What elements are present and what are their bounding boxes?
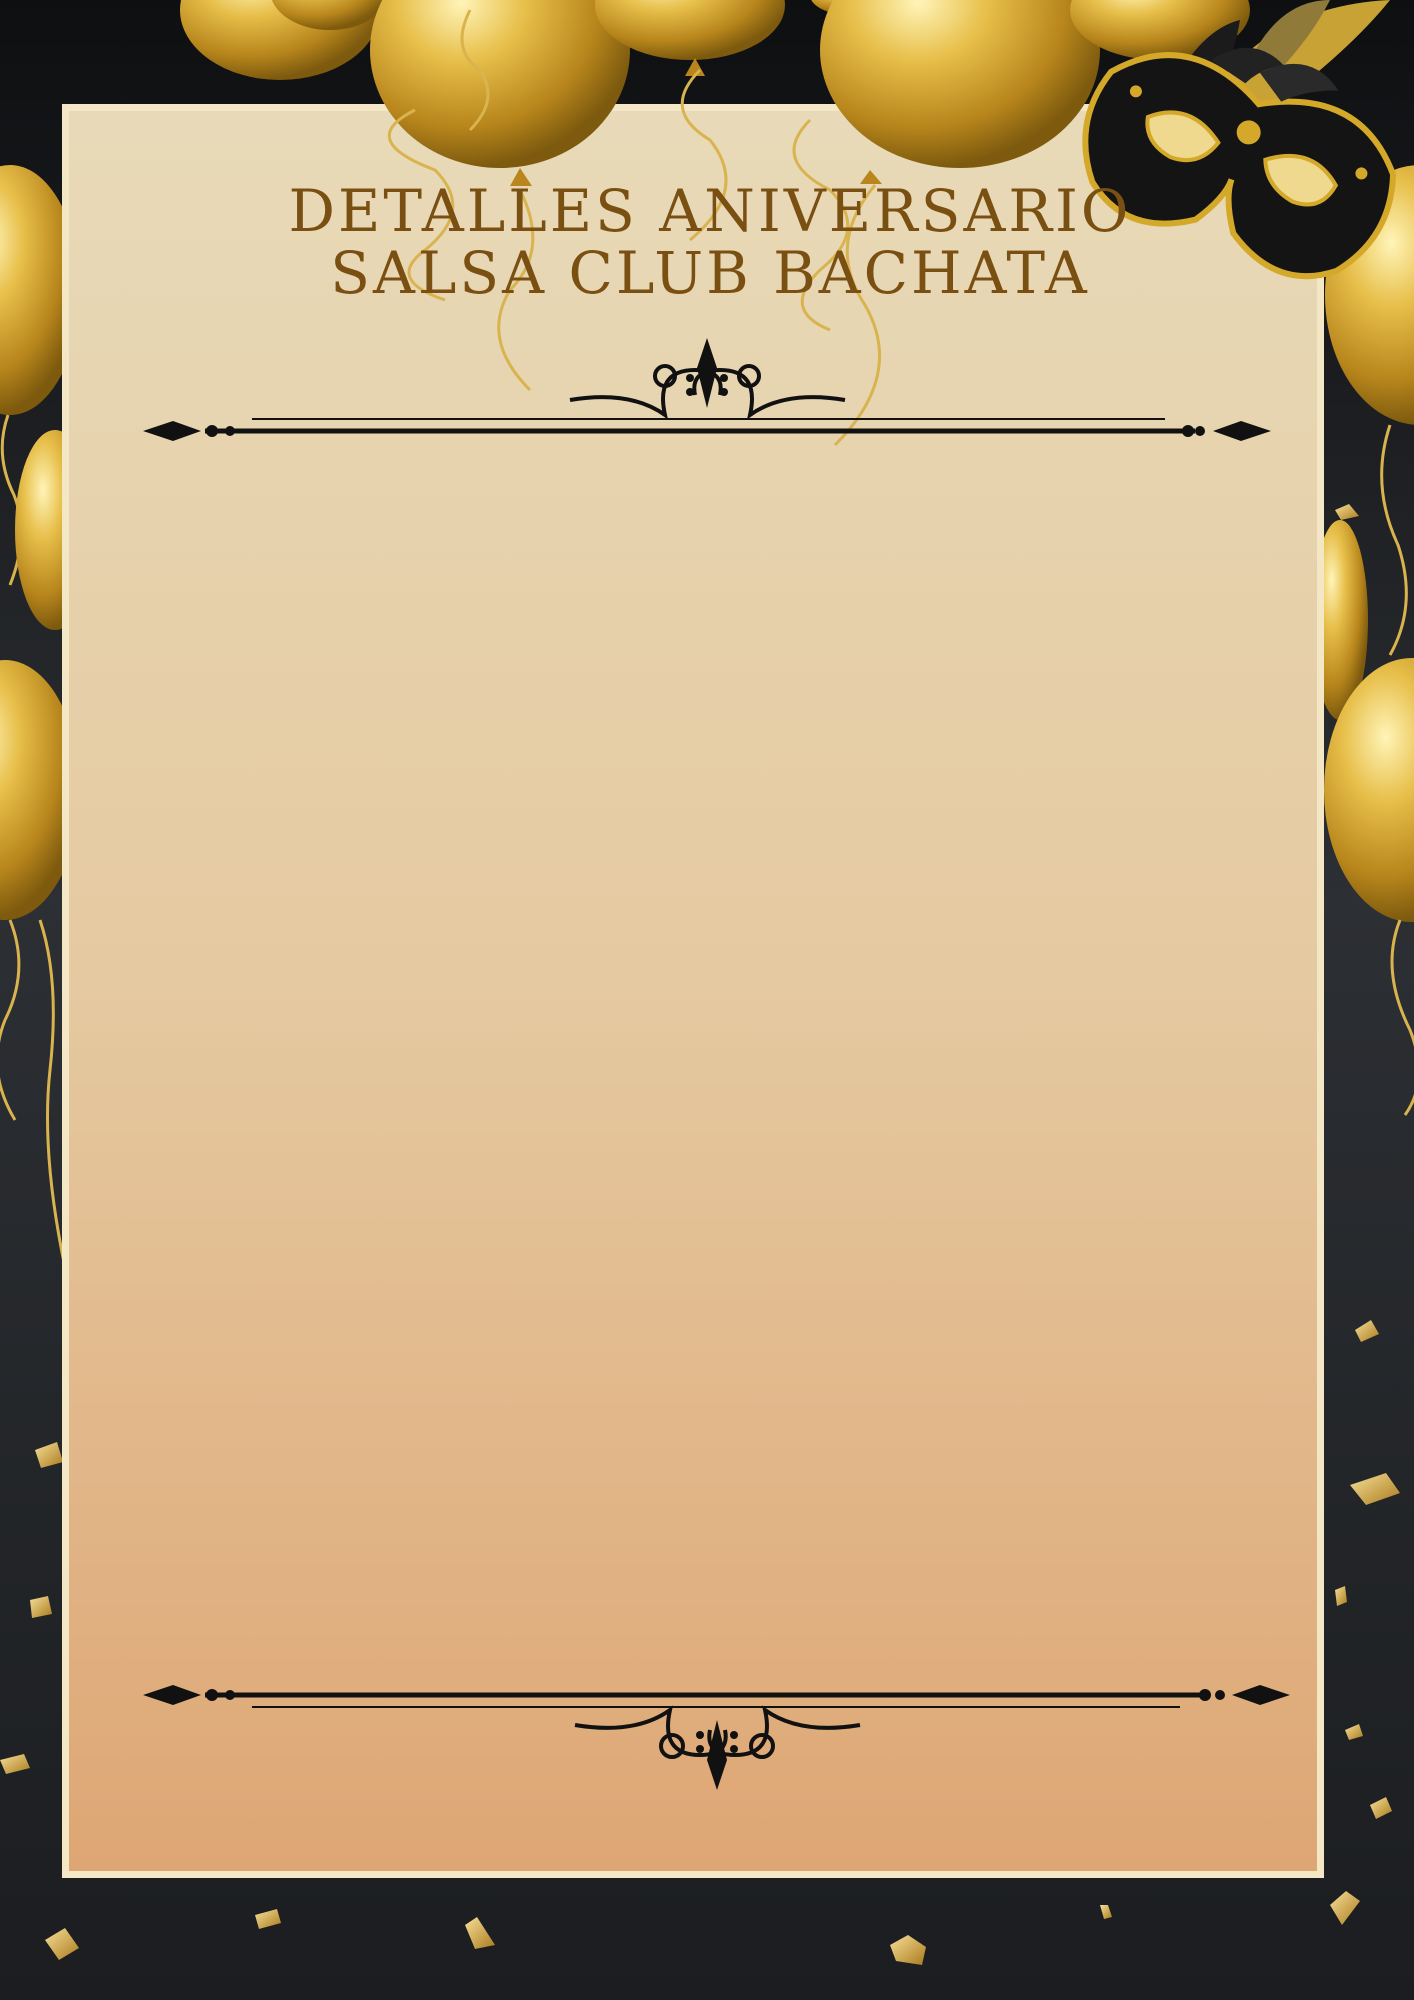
scroll-ornament-icon — [143, 338, 1271, 441]
title-line-2: SALSA CLUB BACHATA — [330, 239, 1090, 307]
poster: DETALLES ANIVERSARIO SALSA CLUB BACHATA — [0, 0, 1414, 2000]
title-line-1: DETALLES ANIVERSARIO — [288, 177, 1132, 245]
poster-title: DETALLES ANIVERSARIO SALSA CLUB BACHATA — [280, 180, 1140, 304]
scroll-ornament-icon — [143, 1685, 1290, 1790]
